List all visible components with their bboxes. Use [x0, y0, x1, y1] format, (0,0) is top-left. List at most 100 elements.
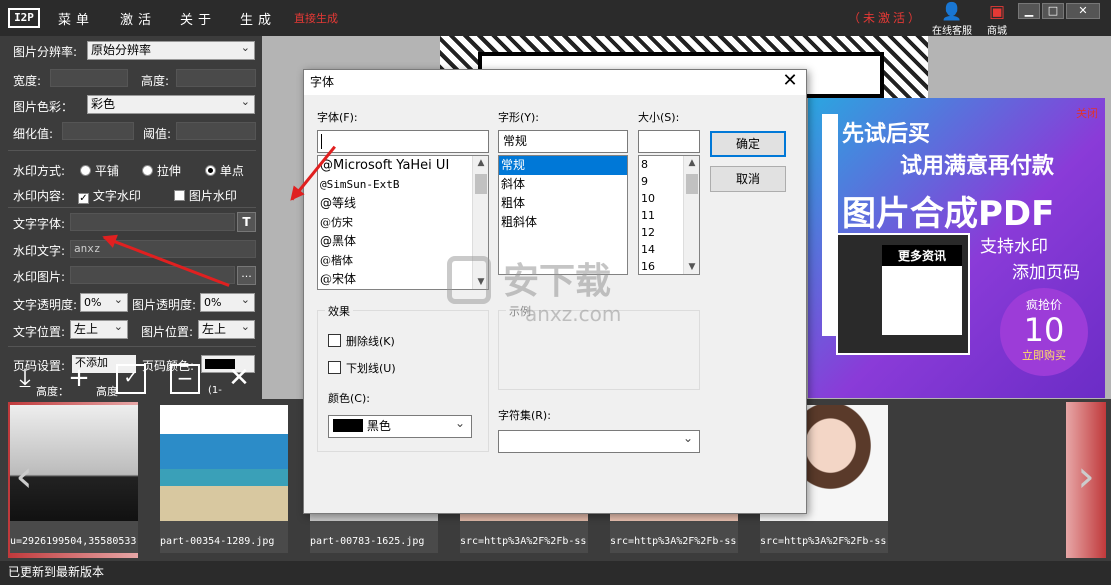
height-label: 高度:	[141, 74, 170, 88]
radio-stretch[interactable]	[142, 165, 153, 176]
text-opacity-select[interactable]: 0%	[80, 291, 128, 312]
browse-button[interactable]: ...	[237, 266, 256, 285]
wm-text-checkbox[interactable]: ✓ 文字水印	[78, 187, 141, 204]
scroll-up-icon[interactable]: ▲	[684, 158, 699, 168]
font-list-item[interactable]: @Microsoft YaHei UI	[318, 156, 488, 175]
font-label: 字体(F):	[317, 111, 358, 124]
thumbnail-caption: part-00354-1289.jpg	[160, 536, 275, 547]
menu-item-activate[interactable]: 激活	[120, 9, 156, 28]
image-opacity-select[interactable]: 0%	[200, 291, 255, 312]
shield-icon	[447, 256, 491, 304]
color-label: 颜色(C):	[328, 392, 370, 405]
threshold-input[interactable]	[176, 122, 256, 140]
font-list-item[interactable]: @SimSun-ExtB	[318, 175, 488, 194]
ad-banner[interactable]: 关闭 先试后买 试用满意再付款 图片合成PDF 更多资讯 支持水印 添加页码 疯…	[808, 98, 1105, 398]
radio-tile[interactable]	[80, 165, 91, 176]
font-name-input[interactable]	[317, 130, 489, 153]
wm-image-checkbox[interactable]: 图片水印	[174, 187, 237, 204]
style-list-item[interactable]: 斜体	[499, 175, 627, 194]
close-button[interactable]: ✕	[1066, 3, 1100, 19]
underline-checkbox[interactable]	[328, 361, 341, 374]
style-list-item[interactable]: 粗体	[499, 194, 627, 213]
font-list-item[interactable]: @黑体	[318, 232, 488, 251]
thumbnail[interactable]: part-00354-1289.jpg	[160, 405, 288, 553]
ad-screenshot-content: 更多资讯	[882, 245, 962, 335]
select-all-button[interactable]: ✓	[116, 364, 146, 394]
image-position-select[interactable]: 左上	[198, 318, 255, 339]
ad-screenshot-caption: 更多资讯	[882, 245, 962, 266]
close-x-icon: ✕	[228, 363, 250, 393]
watermark-cn: 安下载	[503, 261, 612, 302]
text-position-select[interactable]: 左上	[70, 318, 128, 339]
maximize-button[interactable]: □	[1042, 3, 1064, 19]
thumbnail-caption: part-00783-1625.jpg	[310, 536, 425, 547]
download-icon: ⤓	[19, 363, 31, 393]
threshold-label: 阈值:	[143, 127, 172, 141]
font-list-item[interactable]: @仿宋	[318, 213, 488, 232]
wm-text-input[interactable]: anxz	[70, 240, 256, 258]
color-select[interactable]: 彩色	[87, 93, 255, 114]
style-input[interactable]: 常规	[498, 130, 628, 153]
menu-item-generate[interactable]: 生成	[240, 9, 276, 28]
ad-price-badge[interactable]: 疯抢价 10 立即购买	[1000, 288, 1088, 376]
text-opacity-label: 文字透明度:	[13, 298, 78, 312]
scroll-down-icon[interactable]: ▼	[684, 262, 699, 272]
thin-input[interactable]	[62, 122, 134, 140]
ad-close-link[interactable]: 关闭	[1076, 105, 1098, 121]
shop-button[interactable]: ▣ 商城	[975, 2, 1019, 37]
height-input[interactable]	[176, 69, 256, 87]
status-bar: 已更新到最新版本	[0, 561, 1111, 585]
import-button[interactable]: ⤓	[10, 364, 40, 394]
ok-button[interactable]: 确定	[710, 131, 786, 157]
text-font-label: 文字字体:	[13, 217, 66, 231]
cancel-button[interactable]: 取消	[710, 166, 786, 192]
scrollbar[interactable]: ▲ ▼	[683, 156, 699, 274]
dialog-close-button[interactable]: ✕	[778, 70, 802, 94]
color-select[interactable]: 黑色	[328, 413, 472, 438]
scroll-thumb[interactable]	[686, 174, 698, 194]
wm-mode-stretch[interactable]: 拉伸	[142, 162, 181, 179]
chevron-right-icon: ›	[1077, 451, 1095, 502]
divider	[8, 346, 256, 347]
wm-image-input[interactable]	[70, 266, 235, 284]
strikeout-checkbox[interactable]	[328, 334, 341, 347]
charset-label: 字符集(R):	[498, 409, 551, 422]
clear-button[interactable]: ✕	[224, 364, 254, 394]
resolution-select[interactable]: 原始分辨率	[87, 39, 255, 60]
generate-now-link[interactable]: 直接生成	[294, 10, 338, 26]
next-arrow-button[interactable]: ›	[1066, 402, 1106, 558]
check-icon[interactable]: ✓	[78, 193, 89, 204]
text-font-input[interactable]	[70, 213, 235, 231]
charset-select[interactable]	[498, 428, 700, 453]
style-list-item[interactable]: 粗斜体	[499, 213, 627, 232]
activation-status: （未激活）	[848, 11, 924, 25]
font-list-item[interactable]: @等线	[318, 194, 488, 213]
font-picker-button[interactable]: T	[237, 212, 256, 232]
wm-image-label: 水印图片:	[13, 270, 66, 284]
radio-single[interactable]	[205, 165, 216, 176]
remove-button[interactable]: −	[170, 364, 200, 394]
minimize-button[interactable]: ▁	[1018, 3, 1040, 19]
scroll-up-icon[interactable]: ▲	[473, 158, 488, 168]
menu-item-about[interactable]: 关于	[180, 9, 216, 28]
prev-arrow-button[interactable]: ‹	[4, 402, 44, 558]
style-list-item-selected[interactable]: 常规	[499, 156, 627, 175]
radio-tile-label: 平铺	[94, 164, 119, 178]
wm-mode-tile[interactable]: 平铺	[80, 162, 119, 179]
scroll-thumb[interactable]	[475, 174, 487, 194]
shop-icon: ▣	[988, 2, 1006, 22]
menu-item-menu[interactable]: 菜单	[58, 9, 94, 28]
app-logo: I2P	[8, 8, 40, 28]
wm-mode-single[interactable]: 单点	[205, 162, 244, 179]
size-list[interactable]: 8 9 10 11 12 14 16 ▲ ▼	[638, 155, 700, 275]
divider	[8, 207, 256, 208]
width-input[interactable]	[50, 69, 128, 87]
image-position-label: 图片位置:	[141, 325, 194, 339]
ad-price: 10	[1023, 311, 1065, 349]
ad-buy-now: 立即购买	[1022, 349, 1066, 362]
size-input[interactable]	[638, 130, 700, 153]
unchecked-box[interactable]	[174, 190, 185, 201]
add-button[interactable]: +	[64, 364, 94, 394]
wm-mode-label: 水印方式:	[13, 164, 66, 178]
online-support-button[interactable]: 👤 在线客服	[930, 2, 974, 37]
